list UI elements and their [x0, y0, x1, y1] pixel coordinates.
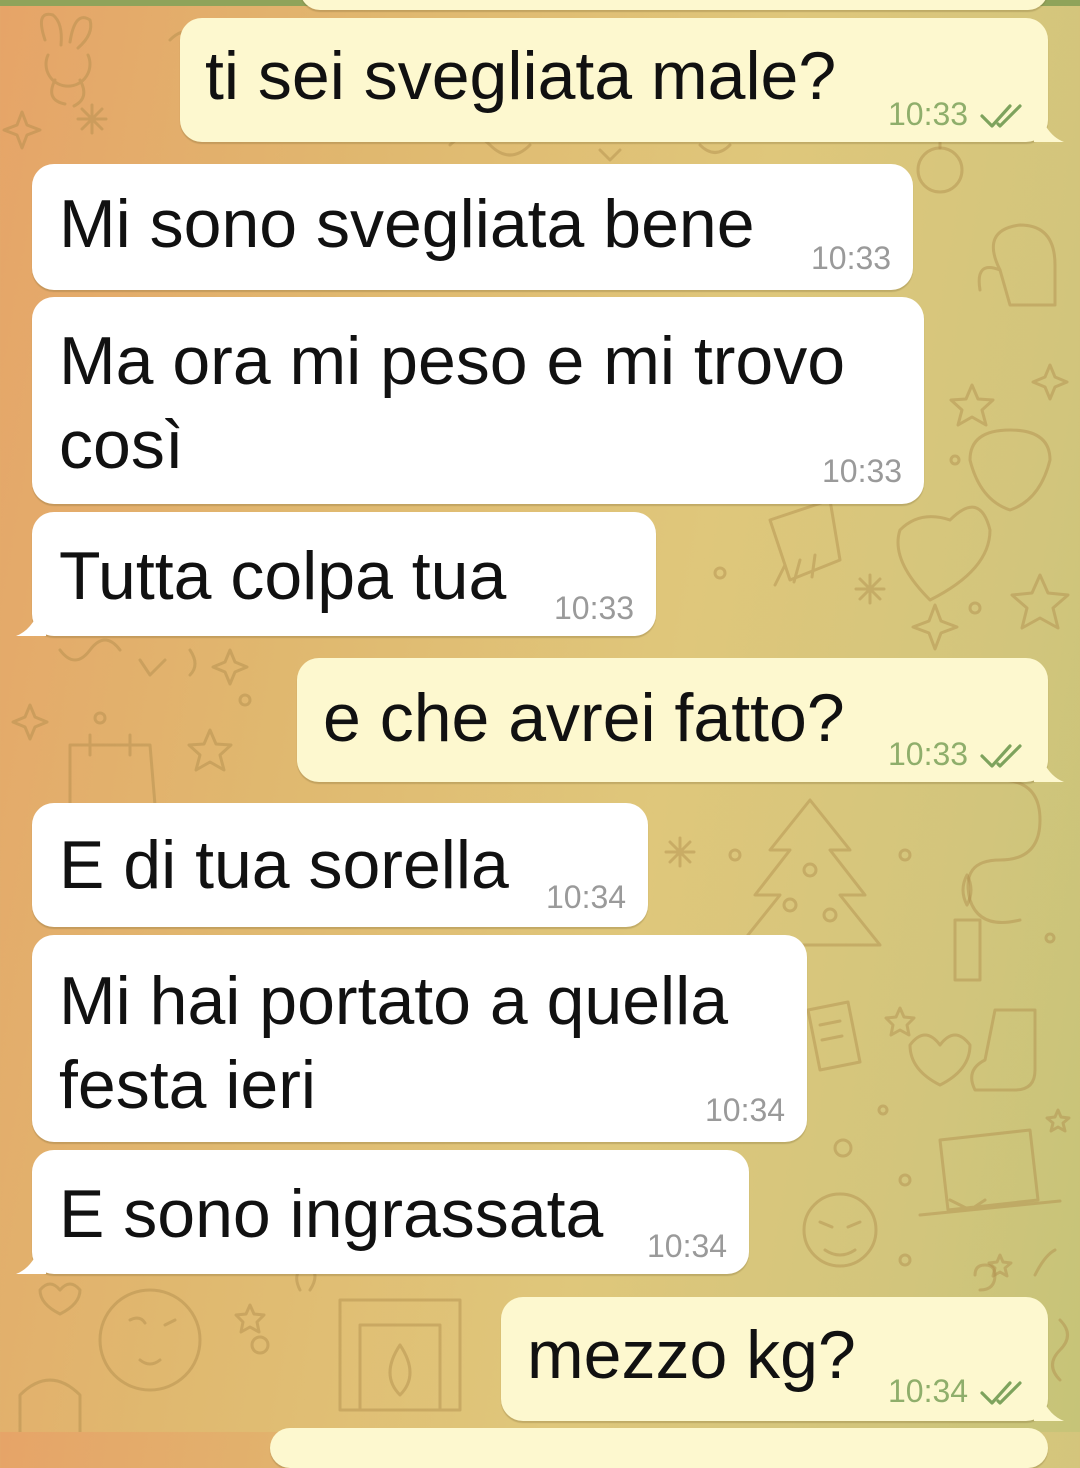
bubble-tail: [16, 608, 46, 636]
read-double-check-icon: [980, 744, 1022, 768]
message-bubble-outgoing-partial[interactable]: [270, 1428, 1048, 1468]
message-text: E di tua sorella: [59, 827, 509, 903]
message-bubble-outgoing[interactable]: mezzo kg? 10:34: [501, 1297, 1064, 1421]
message-time: 10:34: [888, 1373, 969, 1409]
message-bubble-incoming[interactable]: E di tua sorella 10:34: [32, 803, 648, 927]
bubble-tail: [1034, 1393, 1064, 1421]
message-text: Tutta colpa tua: [59, 538, 507, 614]
message-text: E sono ingrassata: [59, 1176, 604, 1252]
message-bubble-incoming[interactable]: Mi sono svegliata bene 10:33: [32, 164, 913, 290]
message-bubble-outgoing[interactable]: ti sei svegliata male? 10:33: [180, 18, 1064, 142]
read-double-check-icon: [980, 1381, 1022, 1405]
message-bubble-incoming[interactable]: Ma ora mi peso e mi trovo così 10:33: [32, 297, 924, 504]
message-text: ti sei svegliata male?: [205, 38, 837, 114]
bubble-tail: [1034, 754, 1064, 782]
message-bubble-incoming[interactable]: Tutta colpa tua 10:33: [16, 512, 656, 636]
message-time: 10:33: [554, 590, 635, 626]
message-time: 10:33: [888, 96, 969, 132]
read-double-check-icon: [980, 104, 1022, 128]
message-bubble-incoming[interactable]: E sono ingrassata 10:34: [16, 1150, 749, 1274]
message-bubble-incoming[interactable]: Mi hai portato a quella festa ieri 10:34: [32, 935, 807, 1142]
message-text: Mi hai portato a quella festa ieri: [59, 963, 729, 1123]
bubble-tail: [1034, 114, 1064, 142]
message-time: 10:33: [822, 453, 903, 489]
message-time: 10:34: [647, 1228, 728, 1264]
message-bubble-outgoing-partial[interactable]: [300, 0, 1048, 10]
message-bubble-outgoing[interactable]: e che avrei fatto? 10:33: [297, 658, 1064, 782]
bubble-tail: [16, 1246, 46, 1274]
message-time: 10:33: [888, 736, 969, 772]
message-text: Mi sono svegliata bene: [59, 186, 755, 262]
message-text: mezzo kg?: [527, 1317, 856, 1393]
message-text: Ma ora mi peso e mi trovo così: [59, 323, 846, 483]
message-time: 10:33: [811, 240, 892, 276]
message-time: 10:34: [546, 879, 627, 915]
message-time: 10:34: [705, 1092, 786, 1128]
message-text: e che avrei fatto?: [323, 680, 845, 756]
